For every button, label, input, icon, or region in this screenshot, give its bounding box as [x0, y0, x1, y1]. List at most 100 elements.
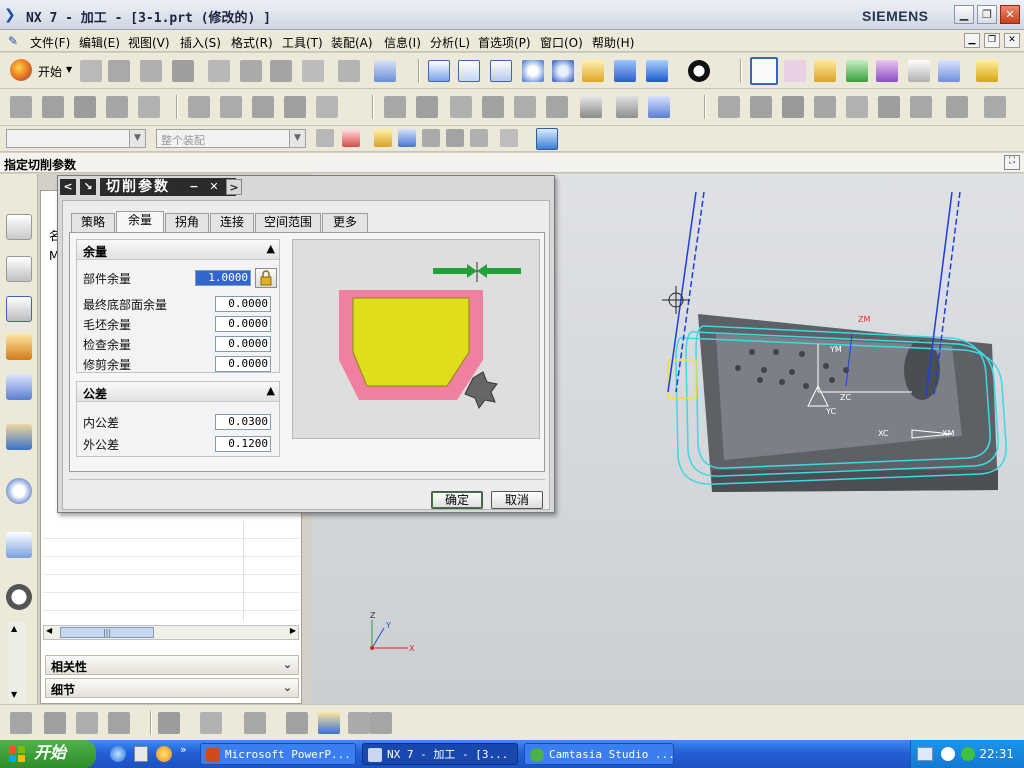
- constraint-navigator-icon[interactable]: [6, 256, 32, 282]
- tab-connections[interactable]: 连接: [210, 213, 254, 232]
- measure-icon[interactable]: [976, 60, 998, 82]
- show-desktop-icon[interactable]: [134, 746, 148, 762]
- zoom-icon[interactable]: [490, 60, 512, 82]
- move-face-icon[interactable]: [750, 96, 772, 118]
- scroll-thumb[interactable]: |||: [60, 627, 154, 638]
- menu-file[interactable]: 文件(F): [30, 34, 70, 51]
- doc-minimize-button[interactable]: ▁: [964, 33, 980, 48]
- chevron-up-icon[interactable]: ▲: [11, 624, 17, 633]
- snap-point-icon[interactable]: [342, 129, 360, 147]
- menu-help[interactable]: 帮助(H): [592, 34, 634, 51]
- box-icon[interactable]: [318, 712, 340, 734]
- arc-icon[interactable]: [244, 712, 266, 734]
- intol-input[interactable]: 0.0300: [215, 414, 271, 430]
- part-stock-input[interactable]: 1.0000: [195, 270, 251, 286]
- menu-tools[interactable]: 工具(T): [282, 34, 323, 51]
- doc-close-button[interactable]: ✕: [1004, 33, 1020, 48]
- layer-icon[interactable]: [108, 712, 130, 734]
- dialog-minimize-icon[interactable]: −: [186, 179, 202, 195]
- zoom-in-out-icon[interactable]: [522, 60, 544, 82]
- chevron-down-icon[interactable]: ▼: [129, 130, 145, 147]
- outtol-input[interactable]: 0.1200: [215, 436, 271, 452]
- block-icon[interactable]: [74, 96, 96, 118]
- chevron-down-icon[interactable]: ⌄: [280, 680, 295, 695]
- open-icon[interactable]: [108, 60, 130, 82]
- rotate-icon[interactable]: [552, 60, 574, 82]
- filter-icon[interactable]: [316, 129, 334, 147]
- pan-icon[interactable]: [582, 60, 604, 82]
- hole-icon[interactable]: [106, 96, 128, 118]
- stock-group-header[interactable]: 余量 ▲: [77, 240, 279, 260]
- menu-edit[interactable]: 编辑(E): [79, 34, 120, 51]
- task-camtasia[interactable]: Camtasia Studio ...: [524, 743, 674, 765]
- nx-app-icon[interactable]: ❯: [4, 7, 22, 23]
- selection-scope-combo[interactable]: 整个装配 ▼: [156, 129, 306, 148]
- pull-face-icon[interactable]: [782, 96, 804, 118]
- start-button[interactable]: 开始: [0, 740, 96, 768]
- web-browser-icon[interactable]: [6, 374, 32, 400]
- menu-preferences[interactable]: 首选项(P): [478, 34, 531, 51]
- collapse-caret-icon[interactable]: ▲: [267, 242, 275, 255]
- tab-stock[interactable]: 余量: [116, 211, 164, 233]
- tab-corners[interactable]: 拐角: [165, 213, 209, 232]
- report-icon[interactable]: [648, 96, 670, 118]
- history-icon[interactable]: [6, 424, 32, 450]
- arc-center-icon[interactable]: [422, 129, 440, 147]
- edge-blend-icon[interactable]: [284, 96, 306, 118]
- chevron-right-icon[interactable]: >: [226, 179, 242, 195]
- clock[interactable]: 22:31: [979, 747, 1014, 761]
- menu-window[interactable]: 窗口(O): [540, 34, 583, 51]
- menu-assembly[interactable]: 装配(A): [331, 34, 373, 51]
- print-icon[interactable]: [172, 60, 194, 82]
- close-button[interactable]: ✕: [1000, 5, 1020, 24]
- revolve-icon[interactable]: [42, 96, 64, 118]
- paste-icon[interactable]: [270, 60, 292, 82]
- restore-button[interactable]: ❐: [977, 5, 997, 24]
- rectangle-select-icon[interactable]: [500, 129, 518, 147]
- datum-axis-icon[interactable]: [846, 96, 868, 118]
- chevron-down-icon[interactable]: ⌄: [280, 657, 295, 672]
- boss-icon[interactable]: [138, 96, 160, 118]
- chevron-left-icon[interactable]: ◀: [46, 626, 52, 635]
- shaded-icon[interactable]: [614, 60, 636, 82]
- operation-navigator-tab-icon[interactable]: [6, 296, 32, 322]
- delete-face-icon[interactable]: [718, 96, 740, 118]
- minimize-button[interactable]: ▁: [954, 5, 974, 24]
- trim-body-icon[interactable]: [482, 96, 504, 118]
- dialog-close-icon[interactable]: ✕: [206, 179, 222, 195]
- measure-distance-icon[interactable]: [286, 712, 308, 734]
- lock-icon[interactable]: [255, 268, 277, 288]
- task-powerpoint[interactable]: Microsoft PowerP...: [200, 743, 356, 765]
- point-icon[interactable]: [910, 96, 932, 118]
- view-orientation-icon[interactable]: [646, 60, 668, 82]
- menu-information[interactable]: 信息(I): [384, 34, 421, 51]
- selection-priority-icon[interactable]: [536, 128, 558, 150]
- type-filter-combo[interactable]: ▼: [6, 129, 146, 148]
- tab-strategy[interactable]: 策略: [71, 213, 115, 232]
- media-quicklaunch-icon[interactable]: [156, 746, 172, 762]
- subtract-icon[interactable]: [220, 96, 242, 118]
- collapse-caret-icon[interactable]: ▲: [267, 384, 275, 397]
- cancel-button[interactable]: 取消: [491, 491, 543, 509]
- transform-icon[interactable]: [44, 712, 66, 734]
- menu-view[interactable]: 视图(V): [128, 34, 170, 51]
- chevron-right-icon[interactable]: ▶: [290, 626, 296, 635]
- close-toolbar-icon[interactable]: [984, 96, 1006, 118]
- wcs-dynamics-icon[interactable]: [750, 57, 778, 85]
- keyboard-icon[interactable]: [917, 747, 933, 761]
- tab-containment[interactable]: 空间范围: [255, 213, 321, 232]
- verify-toolpath-icon[interactable]: [938, 60, 960, 82]
- cut-icon[interactable]: [208, 60, 230, 82]
- doc-restore-button[interactable]: ❐: [984, 33, 1000, 48]
- task-nx[interactable]: NX 7 - 加工 - [3...: [362, 743, 518, 765]
- chevron-more-icon[interactable]: »: [180, 743, 187, 756]
- navigator-horizontal-scrollbar[interactable]: ◀ ||| ▶: [43, 625, 299, 640]
- system-materials-icon[interactable]: [6, 532, 32, 558]
- clock-icon[interactable]: [6, 584, 32, 610]
- group-icon[interactable]: [76, 712, 98, 734]
- tab-more[interactable]: 更多: [322, 213, 368, 232]
- display-mode-icon[interactable]: [688, 60, 710, 82]
- blank-stock-input[interactable]: 0.0000: [215, 316, 271, 332]
- start-icon[interactable]: [10, 59, 32, 81]
- ok-button[interactable]: 确定: [431, 491, 483, 509]
